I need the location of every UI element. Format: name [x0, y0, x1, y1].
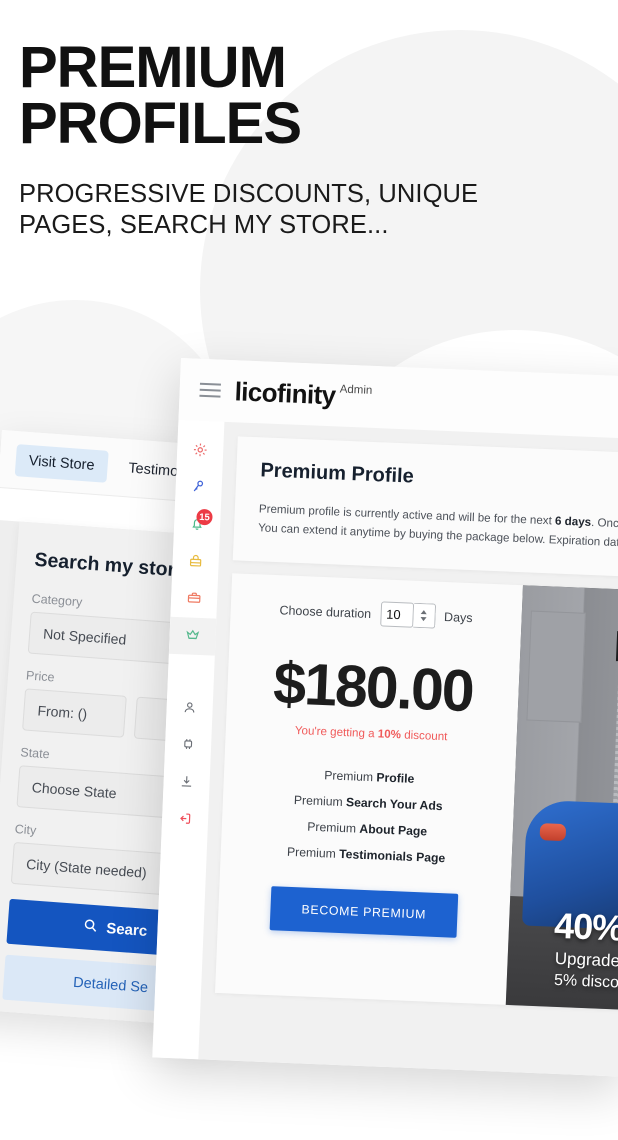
stepper-down-icon[interactable] — [420, 617, 427, 622]
logout-icon — [177, 810, 194, 831]
sidebar-item-logout[interactable] — [161, 801, 208, 840]
promo-image: E 40% Upgrade 5% disco — [505, 585, 618, 1012]
premium-purchase-panel: Choose duration 10 Days $180.00 You're g… — [214, 573, 618, 1012]
poster-headline: PREMIUM PROFILES PROGRESSIVE DISCOUNTS, … — [19, 39, 559, 243]
sidebar-item-profile[interactable] — [166, 690, 213, 729]
subtitle-line-1: PROGRESSIVE DISCOUNTS, UNIQUE — [19, 179, 479, 208]
search-button-label: Searc — [105, 920, 148, 940]
promo-wall-panel — [526, 611, 586, 723]
search-icon — [82, 917, 98, 937]
stepper-up-icon[interactable] — [420, 610, 427, 615]
purchase-form: Choose duration 10 Days $180.00 You're g… — [215, 574, 523, 1006]
person-icon — [181, 699, 198, 720]
feature-list: Premium Profile Premium Search Your Ads … — [287, 767, 449, 865]
poster-stage: PREMIUM PROFILES PROGRESSIVE DISCOUNTS, … — [0, 0, 618, 1140]
brand-logo[interactable]: licofinity Admin — [234, 376, 373, 413]
plug-icon — [180, 736, 197, 757]
promo-line-1: Upgrade — [554, 949, 618, 971]
admin-content: Premium Profile Premium profile is curre… — [198, 421, 618, 1077]
feature-prefix: Premium — [307, 819, 360, 836]
headline-title: PREMIUM PROFILES — [19, 39, 559, 157]
status-text-part-2: . Once it is ex — [590, 515, 618, 532]
sidebar-item-business[interactable] — [170, 580, 217, 619]
price-from-input[interactable]: From: () — [22, 688, 127, 738]
crown-icon — [184, 626, 201, 647]
discount-suffix: discount — [400, 728, 448, 744]
sidebar-item-premium[interactable] — [168, 616, 217, 656]
price-amount: $180.00 — [272, 650, 474, 725]
discount-prefix: You're getting a — [294, 724, 379, 741]
sidebar-item-downloads[interactable] — [163, 764, 210, 803]
discount-note: You're getting a 10% discount — [295, 724, 448, 743]
admin-body: 15 Premium Profile Premium profile is cu… — [152, 419, 618, 1077]
become-premium-button[interactable]: BECOME PREMIUM — [269, 886, 458, 939]
feature-prefix: Premium — [286, 845, 340, 862]
list-item: Premium About Page — [307, 820, 427, 839]
sidebar-item-packages[interactable] — [172, 543, 219, 582]
download-icon — [178, 773, 195, 794]
status-days-remaining: 6 days — [554, 514, 592, 529]
key-icon — [190, 478, 207, 499]
hamburger-icon[interactable] — [199, 382, 221, 398]
headline-line-2: PROFILES — [19, 91, 302, 157]
notification-badge: 15 — [196, 508, 213, 526]
feature-name: Search Your Ads — [345, 795, 443, 814]
lock-bag-icon — [187, 552, 204, 573]
promo-overlay: 40% Upgrade 5% disco — [506, 903, 618, 994]
premium-profile-header-panel: Premium Profile Premium profile is curre… — [232, 436, 618, 580]
tab-visit-store[interactable]: Visit Store — [14, 443, 109, 483]
discount-percent: 10% — [377, 727, 402, 742]
sidebar-divider — [190, 655, 191, 691]
sidebar-item-notifications[interactable]: 15 — [173, 506, 220, 545]
feature-name: About Page — [359, 821, 428, 839]
feature-prefix: Premium — [324, 768, 377, 785]
subtitle-line-2: PAGES, SEARCH MY STORE... — [19, 211, 389, 240]
feature-name: Testimonials Page — [338, 847, 446, 866]
headline-line-1: PREMIUM — [19, 35, 287, 100]
duration-unit: Days — [443, 609, 473, 625]
sidebar-item-settings[interactable] — [176, 432, 223, 471]
briefcase-icon — [186, 589, 203, 610]
promo-discount-big: 40% — [553, 905, 618, 950]
sidebar-item-keys[interactable] — [175, 469, 222, 508]
feature-prefix: Premium — [293, 793, 347, 810]
admin-window: licofinity Admin 15 Premium Profile Prem… — [152, 358, 618, 1077]
page-title: Premium Profile — [260, 459, 415, 488]
list-item: Premium Testimonials Page — [287, 845, 446, 865]
duration-label: Choose duration — [279, 603, 372, 621]
list-item: Premium Search Your Ads — [294, 793, 443, 813]
sidebar-item-integrations[interactable] — [164, 727, 211, 766]
duration-input[interactable]: 10 — [379, 601, 414, 628]
duration-stepper[interactable] — [412, 602, 436, 629]
headline-subtitle: PROGRESSIVE DISCOUNTS, UNIQUE PAGES, SEA… — [19, 179, 559, 243]
brand-name: licofinity — [234, 375, 337, 410]
list-item: Premium Profile — [324, 768, 415, 786]
gear-icon — [192, 441, 209, 462]
brand-suffix: Admin — [339, 383, 373, 397]
duration-row: Choose duration 10 Days — [279, 598, 473, 631]
feature-name: Profile — [376, 770, 415, 787]
